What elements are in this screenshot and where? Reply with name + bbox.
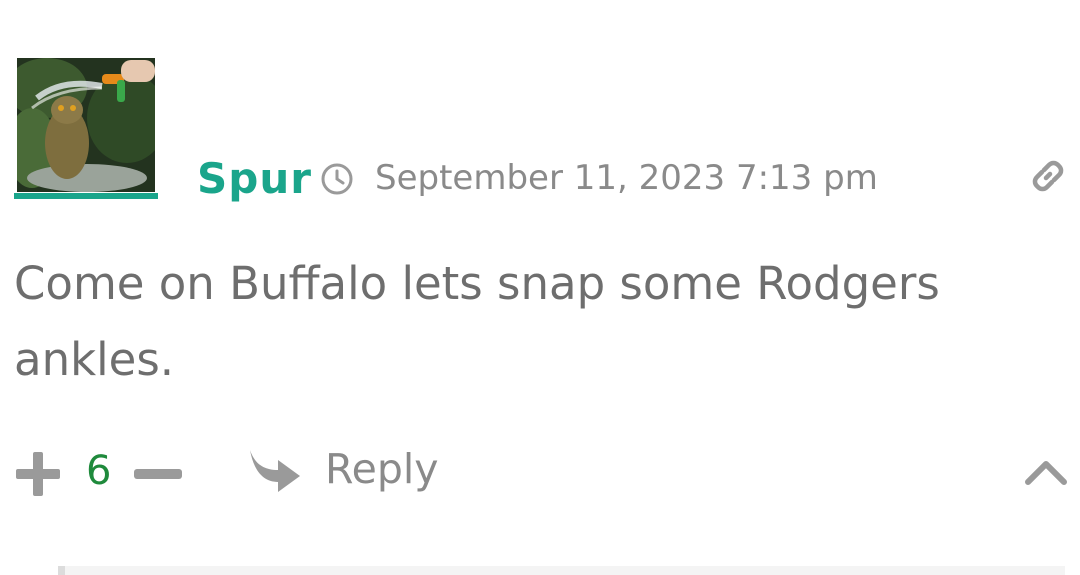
avatar-image bbox=[17, 58, 155, 192]
chevron-up-icon[interactable] bbox=[1024, 456, 1068, 486]
downvote-minus-icon[interactable] bbox=[134, 450, 182, 498]
vote-count: 6 bbox=[86, 448, 112, 494]
link-icon[interactable] bbox=[1028, 156, 1068, 196]
reply-arrow-icon[interactable] bbox=[248, 446, 302, 494]
author-name[interactable]: Spur bbox=[197, 152, 312, 206]
avatar-link[interactable] bbox=[14, 58, 158, 200]
comment-body: Come on Buffalo lets snap some Rodgers a… bbox=[14, 257, 940, 386]
upvote-plus-icon[interactable] bbox=[14, 450, 62, 498]
avatar bbox=[17, 58, 155, 192]
nested-reply-container bbox=[58, 566, 1065, 575]
avatar-underline bbox=[14, 193, 158, 199]
comment-timestamp: September 11, 2023 7:13 pm bbox=[375, 158, 878, 198]
reply-button[interactable]: Reply bbox=[325, 444, 439, 494]
clock-icon bbox=[321, 163, 353, 195]
comment: Spur September 11, 2023 7:13 pm Come on … bbox=[0, 0, 1080, 575]
